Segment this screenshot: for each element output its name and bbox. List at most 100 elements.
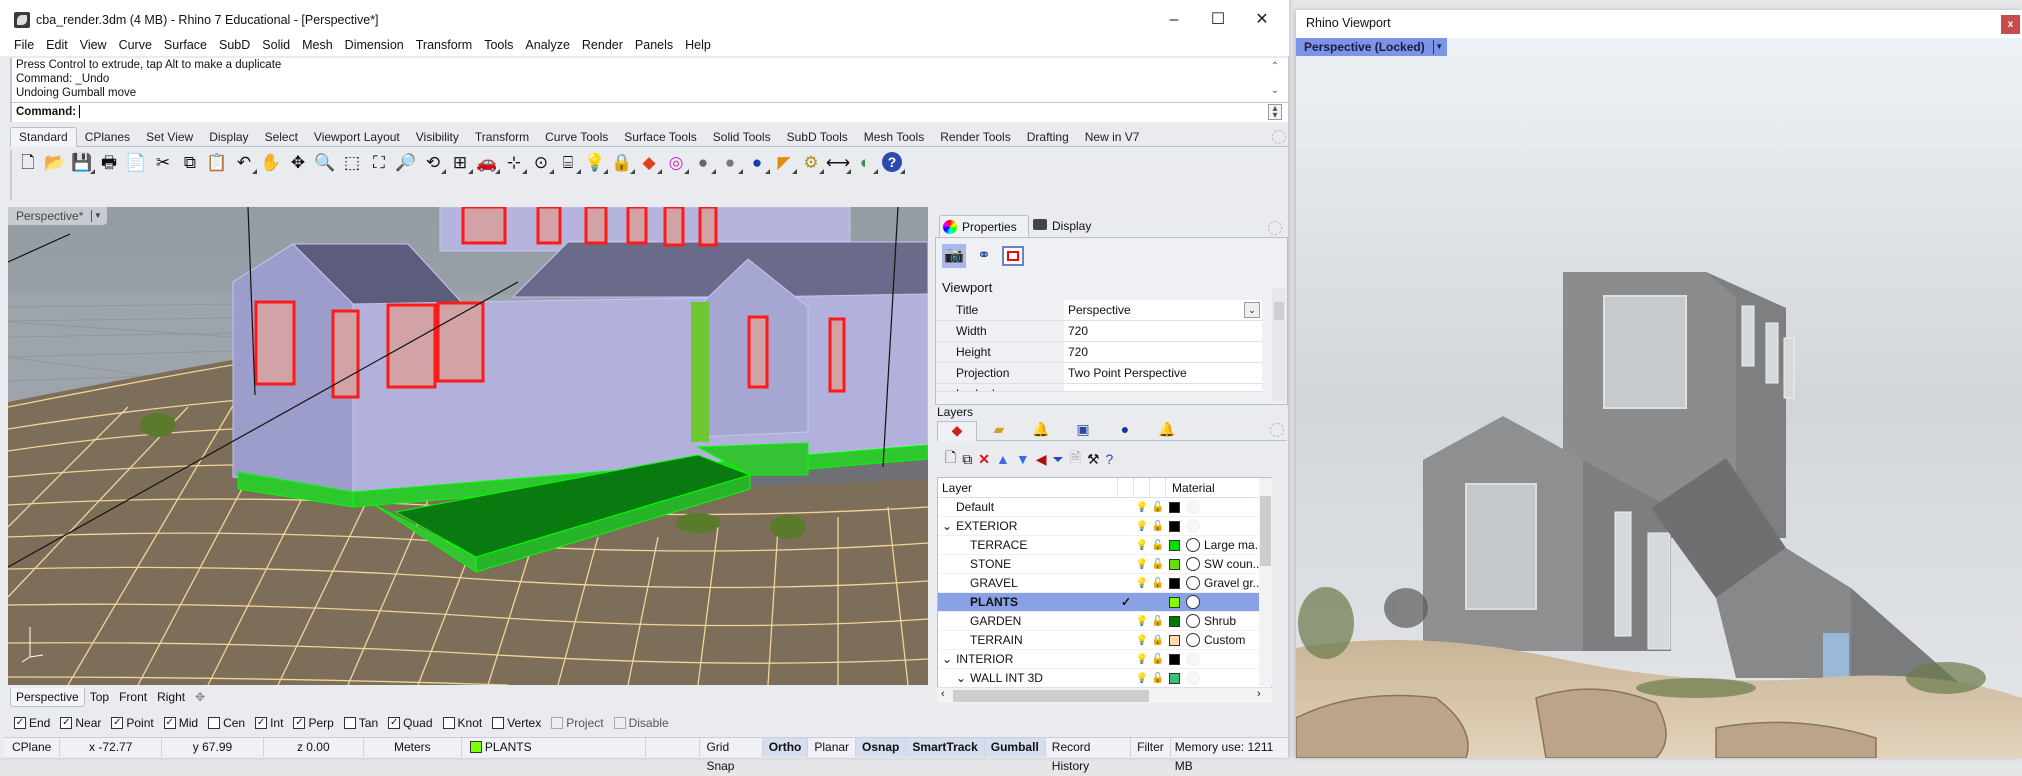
car-select-icon[interactable]: 🚗 xyxy=(475,150,500,174)
osnap-end[interactable]: ✓ End xyxy=(14,713,50,733)
column-layer[interactable]: Layer xyxy=(938,478,1118,497)
viewport-tab-front[interactable]: Front xyxy=(114,688,152,706)
layer-color-swatch[interactable] xyxy=(1169,654,1180,665)
layer-color-swatch[interactable] xyxy=(1169,597,1180,608)
delete-layer-icon[interactable]: ✕ xyxy=(978,451,990,468)
menu-item-file[interactable]: File xyxy=(0,36,40,54)
tab-viewport-layout[interactable]: Viewport Layout xyxy=(306,128,408,147)
tab-select[interactable]: Select xyxy=(257,128,306,147)
zoom-extents-icon[interactable]: ⛶ xyxy=(367,150,391,174)
current-layer-check-icon[interactable] xyxy=(1118,631,1134,649)
toggle-smarttrack[interactable]: SmartTrack xyxy=(906,738,985,757)
paste-icon[interactable]: 📋 xyxy=(205,150,229,174)
osnap-checkbox[interactable] xyxy=(343,717,356,729)
menu-item-analyze[interactable]: Analyze xyxy=(519,36,575,54)
pan-hand-icon[interactable]: ✋ xyxy=(259,150,283,174)
scroll-left-icon[interactable]: ‹ xyxy=(941,688,945,700)
menu-item-transform[interactable]: Transform xyxy=(410,36,479,54)
visibility-bulb-icon[interactable]: 💡 xyxy=(1134,555,1150,573)
units-readout[interactable]: Meters xyxy=(364,738,462,757)
open-folder-icon[interactable]: 📂 xyxy=(43,150,67,174)
osnap-knot[interactable]: Knot xyxy=(442,713,482,733)
command-input[interactable] xyxy=(79,105,81,119)
visibility-bulb-icon[interactable]: 💡 xyxy=(1134,517,1150,535)
current-layer-check-icon[interactable] xyxy=(1118,612,1134,630)
expand-chevron-icon[interactable]: ⌄ xyxy=(942,519,952,533)
toggle-record-history[interactable]: Record History xyxy=(1046,738,1132,773)
menu-item-mesh[interactable]: Mesh xyxy=(296,36,339,54)
material-swatch[interactable] xyxy=(1186,576,1200,590)
panel-settings-gear-icon[interactable] xyxy=(1268,221,1282,235)
osnap-checkbox[interactable] xyxy=(492,717,505,729)
import-icon[interactable]: 📄 xyxy=(124,150,148,174)
tab-display[interactable]: Display xyxy=(1030,215,1110,237)
sphere-icon[interactable]: ● xyxy=(1105,421,1145,441)
visibility-bulb-icon[interactable]: 💡 xyxy=(1134,612,1150,630)
property-value-locked[interactable] xyxy=(1064,384,1262,391)
osnap-checkbox[interactable]: ✓ xyxy=(388,717,401,729)
layer-color-swatch[interactable] xyxy=(1169,540,1180,551)
cplane-button[interactable]: CPlane xyxy=(4,738,61,757)
osnap-checkbox[interactable]: ✓ xyxy=(14,717,26,729)
undo-icon[interactable]: ↶ xyxy=(232,150,257,174)
layer-row-terrain[interactable]: TERRAIN 💡 🔒 Custom xyxy=(938,631,1271,650)
layer-row-gravel[interactable]: GRAVEL 💡 🔓 Gravel gr... xyxy=(938,574,1271,593)
menu-item-surface[interactable]: Surface xyxy=(158,36,213,54)
add-viewport-tab-icon[interactable]: ✥ xyxy=(190,688,210,706)
tab-surface-tools[interactable]: Surface Tools xyxy=(616,128,705,147)
viewport-frame-icon[interactable] xyxy=(1002,246,1024,266)
cut-icon[interactable]: ✂ xyxy=(151,150,175,174)
viewport-tab-top[interactable]: Top xyxy=(85,688,114,706)
layer-row-garden[interactable]: GARDEN 💡 🔓 Shrub xyxy=(938,612,1271,631)
visibility-bulb-icon[interactable]: 💡 xyxy=(1134,498,1150,516)
minimize-button[interactable]: – xyxy=(1152,8,1196,32)
layer-state-icon[interactable]: 🗎 xyxy=(1070,447,1081,471)
layer-color-swatch[interactable] xyxy=(1169,521,1180,532)
tab-cplanes[interactable]: CPlanes xyxy=(77,128,138,147)
close-viewport-button[interactable]: x xyxy=(2001,15,2020,34)
menu-item-dimension[interactable]: Dimension xyxy=(339,36,410,54)
locked-icon[interactable]: 🔒 xyxy=(1150,631,1166,649)
osnap-cen[interactable]: Cen xyxy=(208,713,245,733)
toggle-osnap[interactable]: Osnap xyxy=(856,738,907,757)
scroll-right-icon[interactable]: › xyxy=(1257,688,1261,700)
unlocked-icon[interactable]: 🔓 xyxy=(1150,574,1166,592)
unlocked-icon[interactable]: 🔓 xyxy=(1150,612,1166,630)
osnap-vertex[interactable]: Vertex xyxy=(492,713,541,733)
close-button[interactable]: ✕ xyxy=(1240,8,1284,32)
tab-properties[interactable]: Properties xyxy=(939,215,1029,237)
layer-color-swatch[interactable] xyxy=(1169,578,1180,589)
folder-icon[interactable]: ▰ xyxy=(979,421,1019,441)
tools-hammer-icon[interactable]: ⚒ xyxy=(1087,451,1100,468)
help-icon[interactable]: ? xyxy=(880,150,905,174)
material-swatch[interactable] xyxy=(1186,500,1200,514)
osnap-near[interactable]: ✓ Near xyxy=(60,713,101,733)
maximize-button[interactable]: ☐ xyxy=(1196,8,1240,32)
osnap-perp[interactable]: ✓ Perp xyxy=(293,713,334,733)
material-swatch[interactable] xyxy=(1186,614,1200,628)
tab-display[interactable]: Display xyxy=(201,128,256,147)
copy-icon[interactable]: ⧉ xyxy=(178,150,202,174)
toggle-grid-snap[interactable]: Grid Snap xyxy=(700,738,763,773)
object-properties-icon[interactable]: ⌸ xyxy=(556,150,581,174)
current-layer-button[interactable]: PLANTS xyxy=(462,738,646,757)
tab-solid-tools[interactable]: Solid Tools xyxy=(705,128,779,147)
save-icon[interactable]: 💾 xyxy=(70,150,95,174)
layer-row-wall-int-3d[interactable]: ⌄ WALL INT 3D 💡 🔓 xyxy=(938,669,1271,688)
osnap-checkbox[interactable] xyxy=(208,717,221,729)
osnap-quad[interactable]: ✓ Quad xyxy=(388,713,433,733)
viewport-title-menu[interactable]: Perspective* ▼ xyxy=(8,207,108,225)
move-to-parent-icon[interactable]: ◀ xyxy=(1036,451,1047,468)
rendered-viewport[interactable]: Perspective (Locked) ▼ xyxy=(1296,38,2022,758)
layer-row-stone[interactable]: STONE 💡 🔓 SW coun... xyxy=(938,555,1271,574)
toolbar-settings-gear-icon[interactable] xyxy=(1272,130,1286,144)
camera-icon[interactable]: 📷 xyxy=(942,244,966,268)
four-viewports-icon[interactable]: ⊞ xyxy=(448,150,473,174)
shaded-sphere-icon[interactable]: ● xyxy=(691,150,716,174)
layer-row-terrace[interactable]: TERRACE 💡 🔓 Large ma... xyxy=(938,536,1271,555)
zoom-window-icon[interactable]: ⬚ xyxy=(340,150,364,174)
visibility-bulb-icon[interactable]: 💡 xyxy=(1134,631,1150,649)
help-window-icon[interactable]: ▣ xyxy=(1063,421,1103,441)
layer-color-swatch[interactable] xyxy=(1169,673,1180,684)
current-layer-check-icon[interactable] xyxy=(1118,498,1134,516)
